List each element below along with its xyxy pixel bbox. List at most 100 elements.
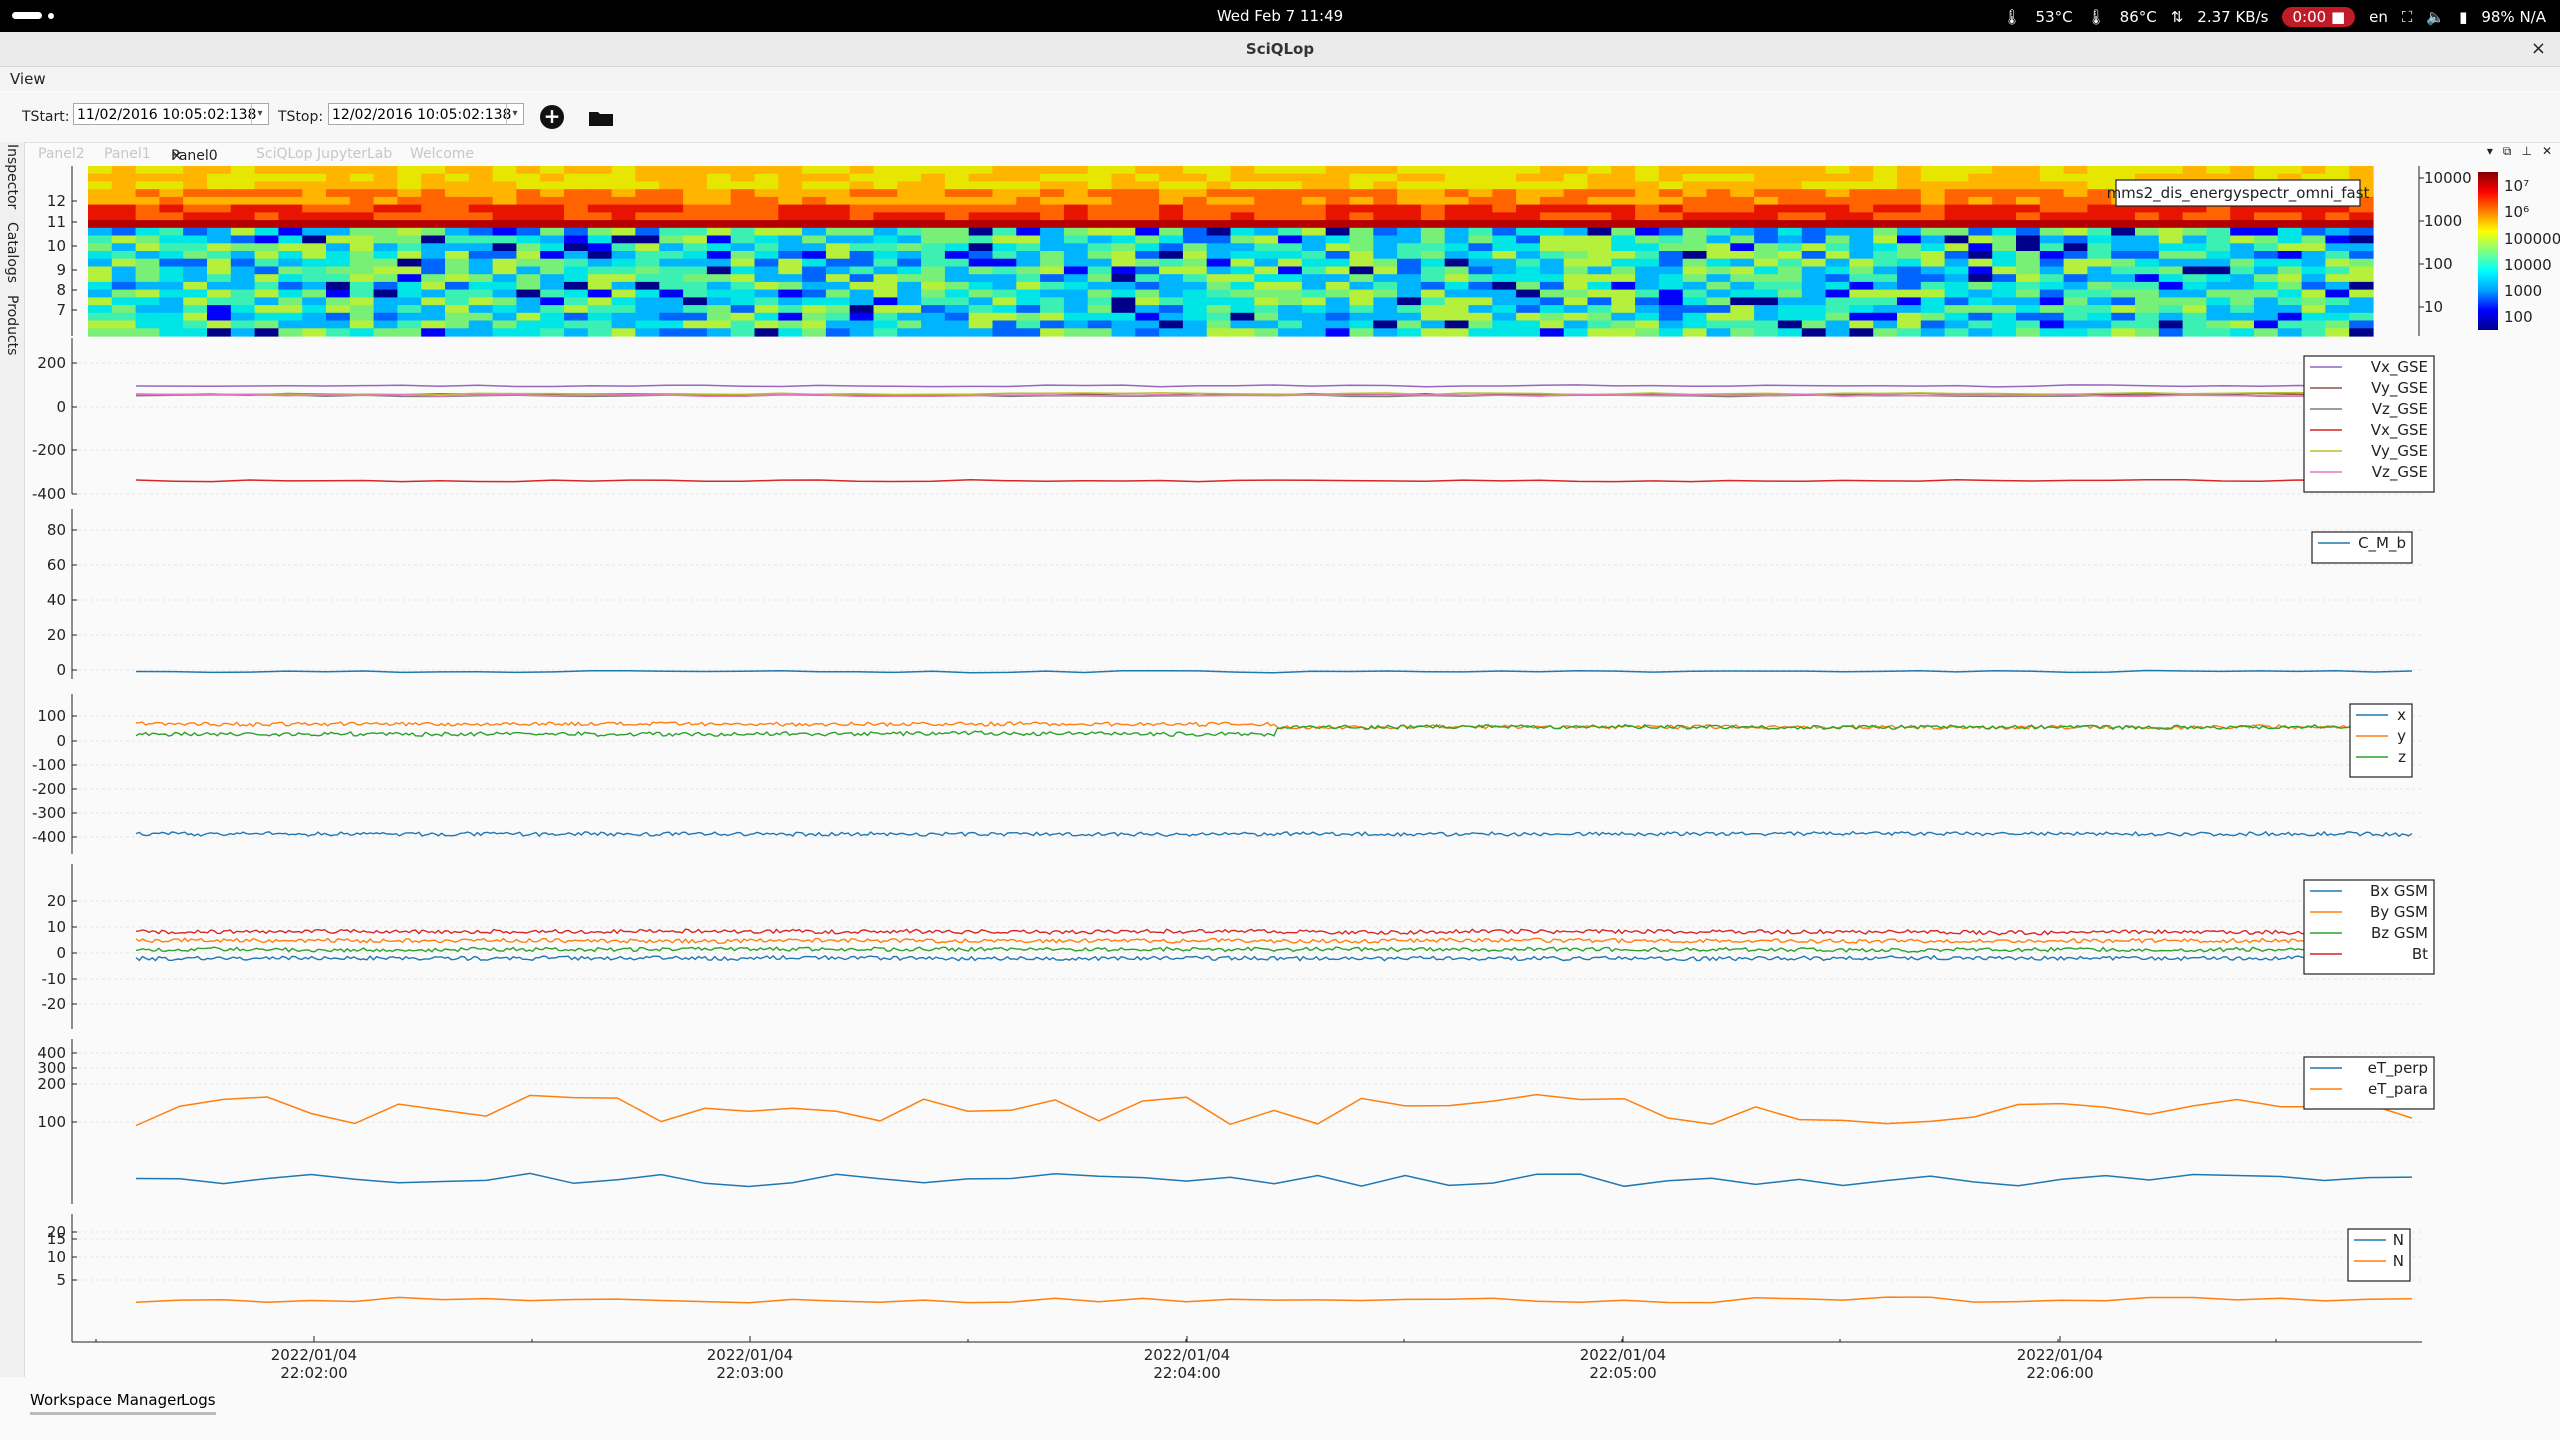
chevron-down-icon[interactable]: ▾ <box>251 104 268 124</box>
spectrogram-cell <box>516 212 541 221</box>
keyboard-layout[interactable]: en <box>2369 8 2388 26</box>
spectrogram-cell <box>207 274 232 283</box>
spectrogram-cell <box>1087 220 1113 229</box>
spectrogram-cell <box>397 166 422 175</box>
spectrogram-cell <box>2087 251 2112 260</box>
tstop-datetime-field[interactable]: 12/02/2016 10:05:02:138 ▾ <box>328 103 524 125</box>
network-updown-icon: ⇅ <box>2170 8 2184 26</box>
spectrogram-cell <box>1968 305 1993 314</box>
tab-panel2[interactable]: Panel2 <box>38 146 85 162</box>
spectrogram-cell <box>1087 305 1113 314</box>
spectrogram-cell <box>159 166 184 175</box>
colorbar <box>2478 172 2498 330</box>
add-panel-button[interactable]: + <box>540 105 564 129</box>
spectrogram-cell <box>659 227 684 237</box>
spectrogram-cell <box>1373 212 1398 221</box>
spectrogram-cell <box>587 173 613 182</box>
screen-record-indicator[interactable]: 0:00 ■ <box>2282 7 2356 27</box>
tab-panel1[interactable]: Panel1 <box>104 146 151 162</box>
spectrogram-cell <box>754 328 779 337</box>
chevron-down-icon[interactable]: ▾ <box>2487 144 2493 159</box>
spectrogram-cell <box>2135 235 2160 244</box>
system-tray[interactable]: 🌡 53°C 🌡 86°C ⇅ 2.37 KB/s 0:00 ■ en ⛶ 🔈 … <box>2003 7 2546 27</box>
spectrogram-cell <box>1777 266 1803 275</box>
spectrogram-cell <box>1706 258 1731 267</box>
spectrogram-cell <box>2039 289 2065 298</box>
spectrogram-cell <box>1777 258 1803 267</box>
spectrogram-cell <box>825 204 851 213</box>
spectrogram-cell <box>1873 166 1898 175</box>
spectrogram-cell <box>230 166 256 175</box>
tstart-datetime-field[interactable]: 11/02/2016 10:05:02:138 ▾ <box>73 103 269 125</box>
spectrogram-cell <box>1682 312 1708 322</box>
spectrogram-cell <box>1040 251 1065 260</box>
side-tab-products[interactable]: Products <box>4 295 20 355</box>
spectrogram-cell <box>421 305 446 314</box>
spectrogram-cell <box>183 328 208 337</box>
spectrogram-cell <box>2111 274 2136 283</box>
tab-logs[interactable]: Logs <box>181 1391 216 1415</box>
spectrogram-cell <box>2087 212 2112 221</box>
spectrogram-cell <box>349 289 375 298</box>
close-icon[interactable]: ✕ <box>2542 144 2552 159</box>
spectrogram-cell <box>611 266 636 275</box>
spectrogram-cell <box>1349 204 1374 213</box>
spectrogram-cell <box>921 204 946 213</box>
float-icon[interactable]: ⧉ <box>2503 144 2512 159</box>
spectrogram-cell <box>706 274 732 283</box>
spectrogram-cell <box>1230 243 1255 252</box>
plot-panel[interactable]: 7891011121000010001001010⁷10⁶10000010000… <box>26 164 2560 1388</box>
pin-icon[interactable]: ⊥ <box>2521 144 2531 159</box>
tab-workspace-manager[interactable]: Workspace Manager <box>30 1391 183 1415</box>
spectrogram-cell <box>944 173 970 182</box>
y-tick-label: -10 <box>42 970 67 988</box>
spectrogram-cell <box>468 220 494 229</box>
spectrogram-cell <box>1849 181 1874 190</box>
spectrogram-cell <box>349 305 375 314</box>
legend-entry: eT_perp <box>2368 1059 2428 1078</box>
spectrogram-cell <box>2206 235 2231 244</box>
spectrogram-cell <box>1349 251 1374 260</box>
spectrogram-cell <box>1135 297 1160 306</box>
y-tick-label: -100 <box>32 756 66 774</box>
tab-jupyterlab[interactable]: SciQLop JupyterLab <box>256 146 392 162</box>
open-folder-icon[interactable] <box>589 110 613 126</box>
spectrogram-cell <box>1278 243 1303 252</box>
spectrogram-cell <box>587 258 613 267</box>
spectrogram-cell <box>1444 258 1470 267</box>
spectrogram-cell <box>1754 328 1779 337</box>
menu-view[interactable]: View <box>10 70 46 88</box>
tab-welcome[interactable]: Welcome <box>410 146 474 162</box>
y-tick-label: 10 <box>47 918 66 936</box>
side-tab-catalogs[interactable]: Catalogs <box>4 222 20 283</box>
spectrogram-cell <box>968 166 994 175</box>
spectrogram-cell <box>730 258 756 267</box>
spectrogram-cell <box>730 289 756 298</box>
spectrogram-cell <box>754 173 779 182</box>
close-window-icon[interactable]: × <box>2531 38 2546 59</box>
spectrogram-cell <box>873 305 898 314</box>
spectrogram-cell <box>1182 274 1208 283</box>
spectrogram-cell <box>873 297 898 306</box>
spectrogram-cell <box>1635 251 1660 260</box>
chevron-down-icon[interactable]: ▾ <box>506 104 523 124</box>
spectrogram-cell <box>659 266 684 275</box>
spectrogram-cell <box>1777 235 1803 244</box>
spectrogram-cell <box>802 235 827 244</box>
spectrogram-cell <box>1420 312 1446 322</box>
spectrogram-cell <box>2230 258 2255 267</box>
spectrogram-cell <box>2301 281 2326 291</box>
spectrogram-cell <box>492 227 517 237</box>
spectrogram-cell <box>944 289 970 298</box>
spectrogram-cell <box>445 189 470 198</box>
spectrogram-cell <box>1301 220 1327 229</box>
spectrogram-cell <box>1873 274 1898 283</box>
close-tab-icon[interactable]: × <box>171 148 183 164</box>
spectrogram-cell <box>1063 204 1089 213</box>
spectrogram-cell <box>135 266 160 275</box>
spectrogram-cell <box>159 274 184 283</box>
series-line <box>135 478 2413 483</box>
spectrogram-cell <box>1968 258 1993 267</box>
spectrogram-cell <box>492 297 517 306</box>
side-tab-inspector[interactable]: Inspector <box>4 144 20 209</box>
